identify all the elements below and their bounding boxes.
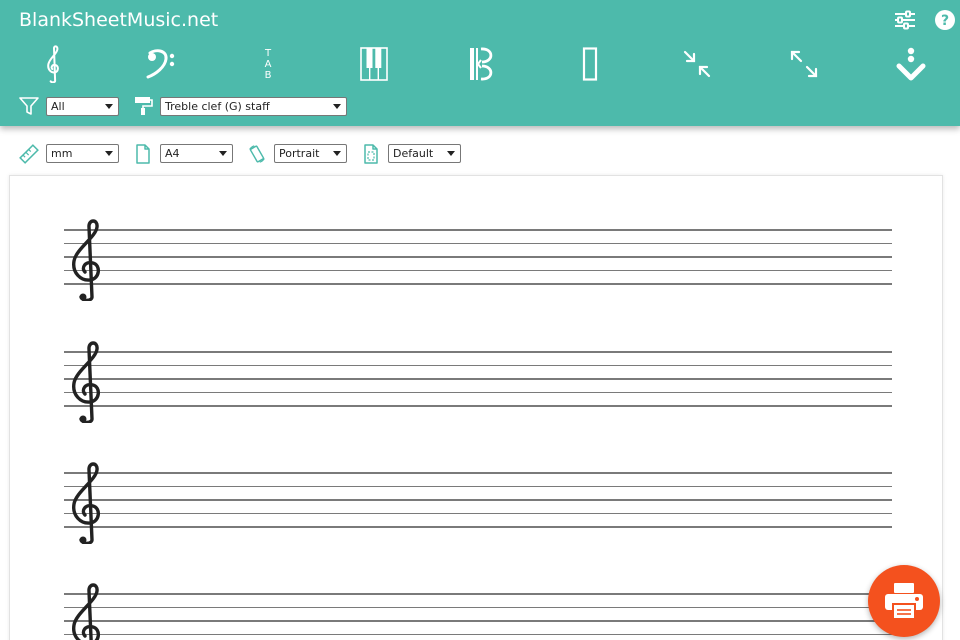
margin-select[interactable]: Default bbox=[388, 144, 461, 163]
paint-roller-icon bbox=[133, 96, 153, 116]
blank-rectangle-icon bbox=[582, 47, 598, 81]
staff bbox=[64, 219, 892, 301]
printer-icon bbox=[885, 583, 923, 620]
treble-clef-icon bbox=[72, 583, 100, 640]
treble-clef-icon bbox=[47, 45, 59, 83]
svg-text:?: ? bbox=[941, 13, 949, 29]
page-size-icon bbox=[133, 144, 153, 164]
staff bbox=[64, 583, 892, 640]
expand-button[interactable] bbox=[782, 42, 826, 86]
filter-select[interactable]: All bbox=[46, 97, 119, 116]
page-size-select[interactable]: A4 bbox=[160, 144, 233, 163]
staff-type-select[interactable]: Treble clef (G) staff bbox=[160, 97, 347, 116]
treble-clef-button[interactable] bbox=[32, 42, 76, 86]
bass-clef-icon bbox=[146, 49, 175, 79]
tab-glyph-t: T bbox=[264, 47, 272, 59]
download-button[interactable] bbox=[889, 42, 933, 86]
compress-button[interactable] bbox=[675, 42, 719, 86]
tab-icon: T A B bbox=[265, 48, 272, 81]
staff bbox=[64, 462, 892, 544]
piano-button[interactable] bbox=[352, 42, 396, 86]
treble-clef-icon bbox=[72, 462, 100, 544]
alto-clef-icon bbox=[470, 47, 493, 81]
ruler-icon bbox=[19, 144, 39, 164]
help-icon[interactable]: ? bbox=[933, 8, 957, 32]
staff bbox=[64, 341, 892, 423]
tab-button[interactable]: T A B bbox=[246, 42, 290, 86]
sheet-preview bbox=[9, 175, 943, 640]
treble-clef-icon bbox=[72, 219, 100, 301]
tab-glyph-b: B bbox=[264, 69, 272, 81]
alto-clef-button[interactable] bbox=[460, 42, 504, 86]
tab-glyph-a: A bbox=[264, 58, 272, 70]
orientation-icon bbox=[247, 144, 267, 164]
blank-page-button[interactable] bbox=[568, 42, 612, 86]
app-title[interactable]: BlankSheetMusic.net bbox=[19, 9, 218, 31]
treble-clef-icon bbox=[72, 341, 100, 423]
unit-select[interactable]: mm bbox=[46, 144, 119, 163]
compress-arrows-icon bbox=[683, 50, 711, 78]
expand-arrows-icon bbox=[790, 50, 818, 78]
orientation-select[interactable]: Portrait bbox=[274, 144, 347, 163]
sliders-icon[interactable] bbox=[893, 8, 917, 32]
download-icon bbox=[896, 47, 926, 81]
app-header: BlankSheetMusic.net ? T A B All Treble c… bbox=[0, 0, 960, 126]
piano-keys-icon bbox=[360, 47, 388, 81]
margins-icon bbox=[361, 144, 381, 164]
print-button[interactable] bbox=[868, 565, 940, 637]
bass-clef-button[interactable] bbox=[138, 42, 182, 86]
filter-icon bbox=[19, 96, 39, 116]
